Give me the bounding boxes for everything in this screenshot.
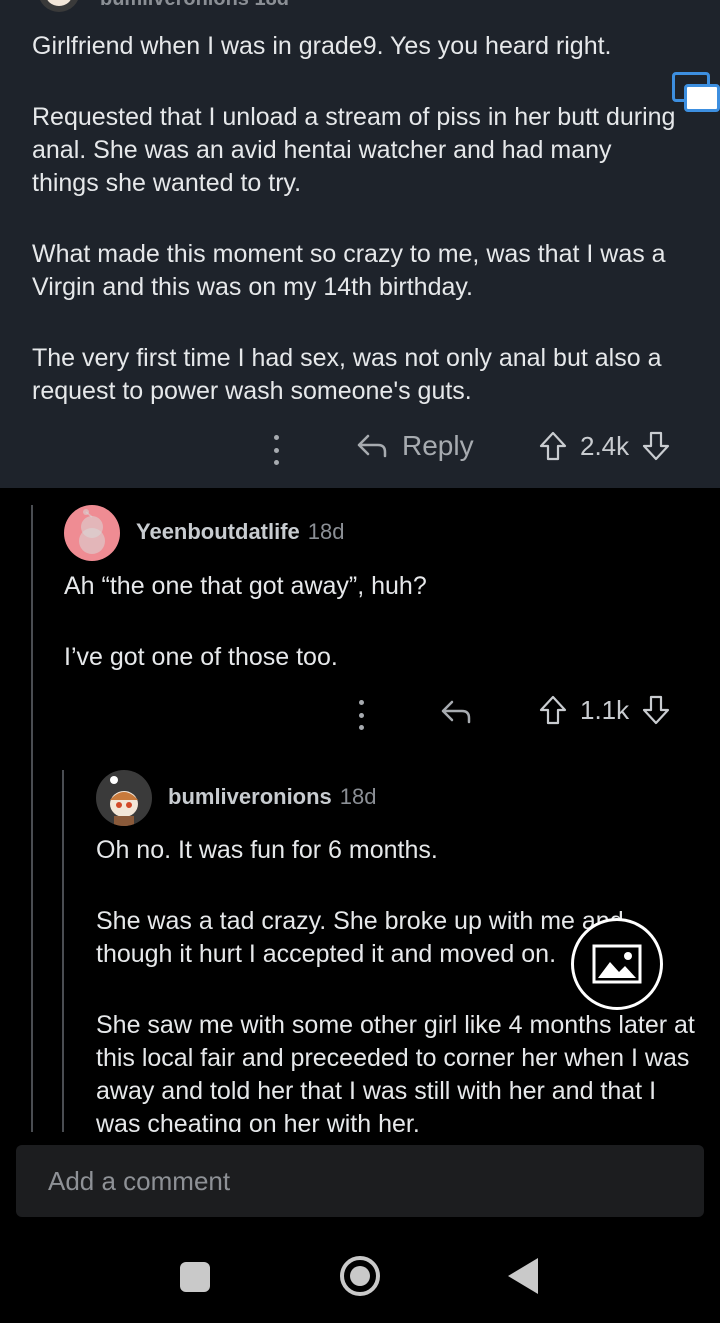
- reply-arrow-icon[interactable]: [440, 698, 472, 726]
- downvote-icon[interactable]: [641, 430, 671, 462]
- comment-paragraph: Requested that I unload a stream of piss…: [32, 103, 676, 197]
- avatar[interactable]: [64, 505, 120, 561]
- comment-paragraph: What made this moment so crazy to me, wa…: [32, 240, 666, 301]
- vote-count: 1.1k: [580, 694, 630, 725]
- username[interactable]: bumliveronions: [168, 784, 332, 810]
- reply-arrow-icon: [357, 434, 387, 458]
- system-nav-bar: [0, 1232, 720, 1323]
- floating-window-icon[interactable]: [670, 70, 720, 114]
- nav-back-icon[interactable]: [508, 1258, 538, 1294]
- upvote-icon[interactable]: [538, 694, 568, 726]
- add-image-button[interactable]: [571, 918, 663, 1010]
- comment-paragraph: The very first time I had sex, was not o…: [32, 344, 662, 405]
- nav-recents-icon[interactable]: [180, 1262, 210, 1292]
- vote-controls: 1.1k: [538, 694, 671, 726]
- more-dots-icon[interactable]: [358, 700, 364, 730]
- thread-line[interactable]: [62, 770, 64, 1132]
- reply-button[interactable]: Reply: [356, 430, 474, 462]
- top-comment: bumliveronions 18d Girlfriend when I was…: [0, 0, 720, 488]
- reply-label: Reply: [402, 430, 474, 461]
- comment-paragraph: Girlfriend when I was in grade9. Yes you…: [32, 32, 612, 60]
- comment-meta: Yeenboutdatlife 18d: [136, 519, 345, 545]
- thread-line[interactable]: [31, 505, 33, 1132]
- nav-home-icon[interactable]: [340, 1256, 380, 1296]
- vote-controls: 2.4k: [538, 430, 671, 462]
- downvote-icon[interactable]: [641, 694, 671, 726]
- comment-paragraph: I’ve got one of those too.: [64, 643, 338, 671]
- upvote-icon[interactable]: [538, 430, 568, 462]
- vote-count: 2.4k: [580, 430, 630, 461]
- comment-paragraph: Oh no. It was fun for 6 months.: [96, 836, 438, 864]
- comment-header: bumliveronions 18d: [100, 0, 289, 11]
- comment-age: 18d: [307, 519, 345, 544]
- image-icon: [592, 944, 642, 984]
- add-comment-input[interactable]: Add a comment: [16, 1145, 704, 1217]
- comment-paragraph: Ah “the one that got away”, huh?: [64, 572, 427, 600]
- more-dots-icon[interactable]: [273, 435, 279, 465]
- avatar[interactable]: [38, 0, 80, 12]
- comment-paragraph: She saw me with some other girl like 4 m…: [96, 1011, 695, 1132]
- replies-area: Yeenboutdatlife 18d Ah “the one that got…: [0, 490, 720, 1132]
- comment-meta: bumliveronions 18d: [168, 784, 377, 810]
- avatar[interactable]: [96, 770, 152, 826]
- username[interactable]: Yeenboutdatlife: [136, 519, 300, 545]
- add-comment-placeholder: Add a comment: [48, 1165, 231, 1196]
- comment-age: 18d: [339, 784, 377, 809]
